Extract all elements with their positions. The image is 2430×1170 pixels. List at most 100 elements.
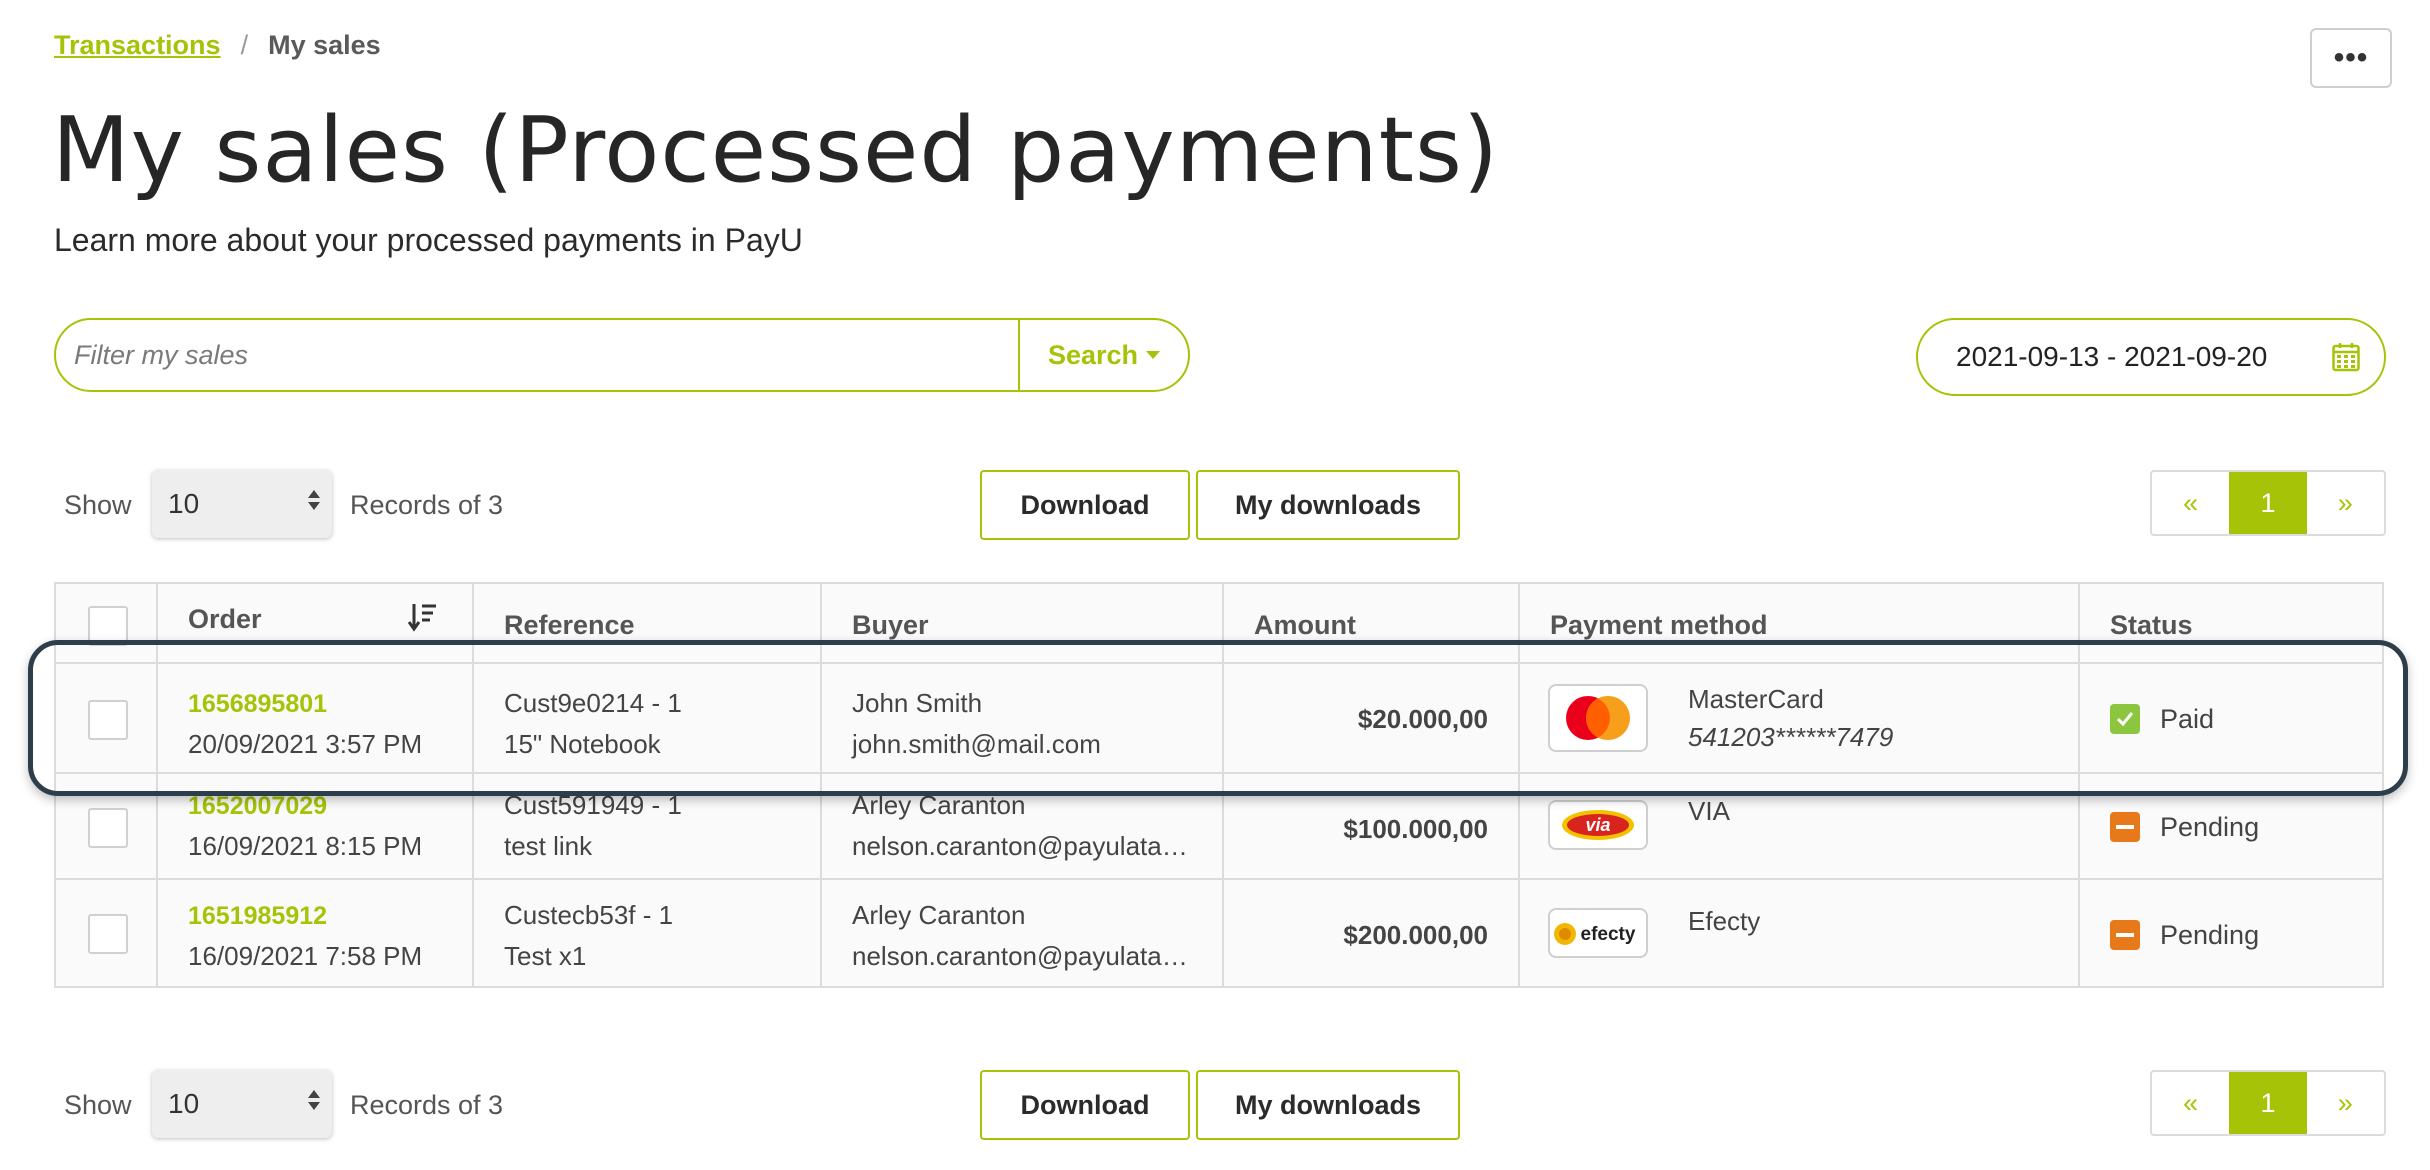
reference-code: Cust9e0214 - 1 bbox=[504, 688, 682, 718]
reference-cell: Cust9e0214 - 1 15" Notebook bbox=[474, 664, 822, 772]
row-checkbox[interactable] bbox=[88, 808, 128, 848]
amount-value: $100.000,00 bbox=[1343, 814, 1488, 844]
amount-value: $20.000,00 bbox=[1357, 704, 1488, 734]
order-id-link[interactable]: 1652007029 bbox=[188, 792, 472, 821]
select-all-checkbox[interactable] bbox=[88, 606, 128, 646]
buyer-cell: John Smith john.smith@mail.com bbox=[822, 664, 1224, 772]
order-cell: 1652007029 16/09/2021 8:15 PM bbox=[158, 774, 474, 878]
header-order-label: Order bbox=[188, 604, 262, 634]
caret-down-icon bbox=[1146, 351, 1161, 359]
header-amount: Amount bbox=[1224, 584, 1520, 662]
show-label: Show bbox=[64, 490, 132, 520]
header-buyer: Buyer bbox=[822, 584, 1224, 662]
header-order[interactable]: Order bbox=[158, 584, 474, 662]
select-arrows-icon bbox=[308, 490, 320, 510]
breadcrumb-transactions-link[interactable]: Transactions bbox=[54, 30, 221, 61]
status-label: Pending bbox=[2160, 812, 2260, 842]
amount-cell: $100.000,00 bbox=[1224, 774, 1520, 878]
search-button[interactable]: Search bbox=[1018, 320, 1188, 390]
order-id-link[interactable]: 1651985912 bbox=[188, 902, 472, 931]
prev-page-button[interactable]: « bbox=[2152, 1072, 2229, 1134]
page-1-button[interactable]: 1 bbox=[2229, 472, 2307, 534]
next-page-button[interactable]: » bbox=[2307, 472, 2384, 534]
search-button-label: Search bbox=[1047, 339, 1139, 370]
date-range-picker[interactable]: 2021-09-13 - 2021-09-20 bbox=[1916, 318, 2386, 396]
pending-icon bbox=[2110, 920, 2140, 950]
header-status: Status bbox=[2110, 610, 2193, 640]
header-payment-method: Payment method bbox=[1520, 584, 2080, 662]
efecty-logo-text: efecty bbox=[1581, 924, 1636, 945]
order-date: 16/09/2021 8:15 PM bbox=[188, 831, 423, 861]
calendar-icon bbox=[2332, 343, 2360, 372]
payment-method-cell: efecty Efecty bbox=[1520, 880, 2080, 986]
table-row[interactable]: 1656895801 20/09/2021 3:57 PM Cust9e0214… bbox=[56, 664, 2382, 774]
row-checkbox[interactable] bbox=[88, 914, 128, 954]
mastercard-logo bbox=[1548, 684, 1648, 752]
via-logo: via bbox=[1548, 800, 1648, 850]
payment-method-name: Efecty bbox=[1688, 906, 1761, 936]
page-subtitle: Learn more about your processed payments… bbox=[54, 222, 803, 258]
pagination: « 1 » bbox=[2150, 470, 2386, 536]
buyer-cell: Arley Caranton nelson.caranton@payulata… bbox=[822, 880, 1224, 986]
order-cell: 1656895801 20/09/2021 3:57 PM bbox=[158, 664, 474, 772]
status-cell: Pending bbox=[2080, 774, 2382, 878]
page-size-select[interactable]: 10 bbox=[152, 1070, 332, 1138]
records-count: Records of 3 bbox=[350, 1090, 504, 1120]
reference-code: Cust591949 - 1 bbox=[504, 790, 682, 820]
next-page-button[interactable]: » bbox=[2307, 1072, 2384, 1134]
efecty-logo: efecty bbox=[1548, 908, 1648, 958]
my-downloads-button[interactable]: My downloads bbox=[1196, 1070, 1460, 1140]
reference-cell: Custecb53f - 1 Test x1 bbox=[474, 880, 822, 986]
row-select-cell bbox=[56, 880, 158, 986]
amount-value: $200.000,00 bbox=[1343, 920, 1488, 950]
buyer-name: Arley Caranton bbox=[852, 790, 1026, 820]
records-count: Records of 3 bbox=[350, 490, 504, 520]
status-label: Pending bbox=[2160, 920, 2260, 950]
order-date: 16/09/2021 7:58 PM bbox=[188, 941, 423, 971]
header-reference: Reference bbox=[474, 584, 822, 662]
search-bar: Search bbox=[54, 318, 1190, 392]
download-button[interactable]: Download bbox=[980, 1070, 1190, 1140]
buyer-email: nelson.caranton@payulata… bbox=[852, 941, 1188, 971]
table-row[interactable]: 1651985912 16/09/2021 7:58 PM Custecb53f… bbox=[56, 880, 2382, 986]
select-arrows-icon bbox=[308, 1090, 320, 1110]
row-checkbox[interactable] bbox=[88, 700, 128, 740]
status-cell: Pending bbox=[2080, 880, 2382, 986]
my-downloads-button[interactable]: My downloads bbox=[1196, 470, 1460, 540]
reference-description: test link bbox=[504, 831, 593, 861]
breadcrumb: Transactions / My sales bbox=[54, 30, 381, 61]
reference-description: Test x1 bbox=[504, 941, 587, 971]
amount-cell: $200.000,00 bbox=[1224, 880, 1520, 986]
buyer-name: John Smith bbox=[852, 688, 983, 718]
payment-method-name: VIA bbox=[1688, 796, 1730, 826]
page-size-select[interactable]: 10 bbox=[152, 470, 332, 538]
buyer-cell: Arley Caranton nelson.caranton@payulata… bbox=[822, 774, 1224, 878]
show-label: Show bbox=[64, 1090, 132, 1120]
order-id-link[interactable]: 1656895801 bbox=[188, 690, 472, 719]
page-size-value: 10 bbox=[168, 488, 200, 519]
row-select-cell bbox=[56, 774, 158, 878]
download-button[interactable]: Download bbox=[980, 470, 1190, 540]
page-title: My sales (Processed payments) bbox=[52, 98, 1499, 203]
via-logo-text: via bbox=[1585, 815, 1610, 835]
buyer-name: Arley Caranton bbox=[852, 900, 1026, 930]
more-options-button[interactable]: ••• bbox=[2310, 28, 2392, 88]
breadcrumb-separator: / bbox=[240, 30, 249, 60]
payment-method-cell: MasterCard 541203******7479 bbox=[1520, 664, 2080, 772]
sales-table: Order Reference Buyer Amount Payment met… bbox=[54, 582, 2384, 988]
reference-code: Custecb53f - 1 bbox=[504, 900, 674, 930]
check-icon bbox=[2110, 704, 2140, 734]
search-input[interactable] bbox=[56, 320, 1018, 390]
order-date: 20/09/2021 3:57 PM bbox=[188, 729, 423, 759]
page-1-button[interactable]: 1 bbox=[2229, 1072, 2307, 1134]
reference-cell: Cust591949 - 1 test link bbox=[474, 774, 822, 878]
row-select-cell bbox=[56, 664, 158, 772]
table-row[interactable]: 1652007029 16/09/2021 8:15 PM Cust591949… bbox=[56, 774, 2382, 880]
prev-page-button[interactable]: « bbox=[2152, 472, 2229, 534]
page-size-value: 10 bbox=[168, 1088, 200, 1119]
sort-icon[interactable] bbox=[408, 602, 438, 632]
breadcrumb-current: My sales bbox=[268, 30, 381, 60]
select-all-cell bbox=[56, 584, 158, 662]
ellipsis-icon: ••• bbox=[2333, 41, 2369, 74]
bottom-pagination-bar: Show 10 Records of 3 Download My downloa… bbox=[54, 1070, 2386, 1140]
